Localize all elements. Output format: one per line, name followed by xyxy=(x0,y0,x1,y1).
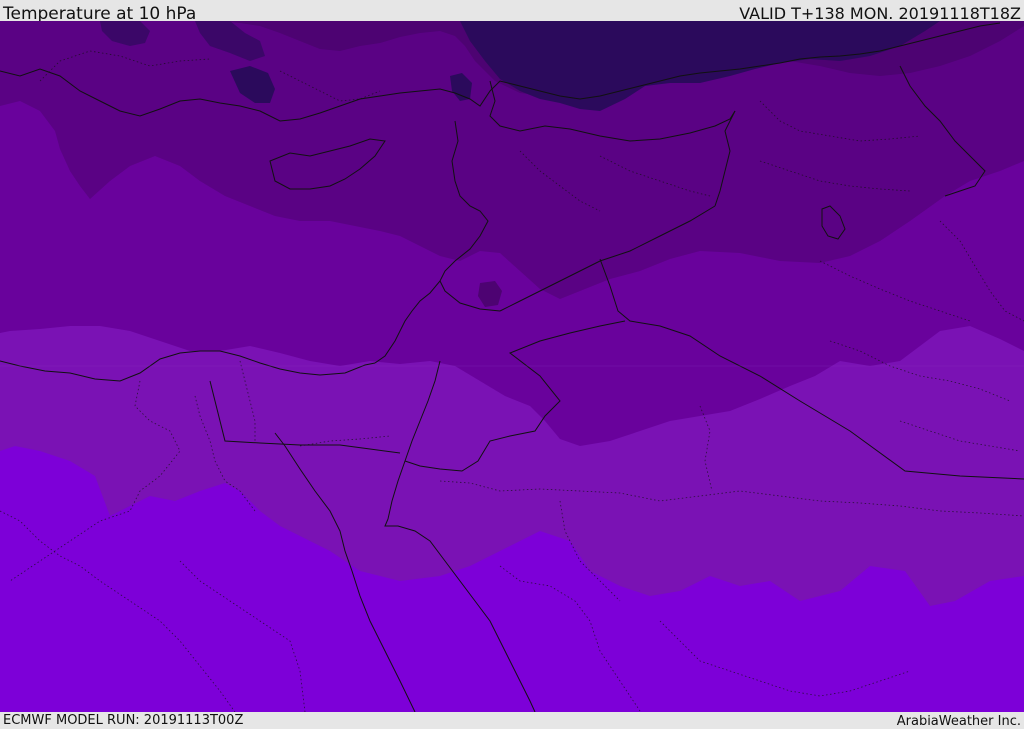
temperature-map xyxy=(0,21,1024,712)
map-header: Temperature at 10 hPa VALID T+138 MON. 2… xyxy=(0,0,1024,24)
map-footer: ECMWF MODEL RUN: 20191113T00Z ArabiaWeat… xyxy=(0,712,1024,729)
model-run-label: ECMWF MODEL RUN: 20191113T00Z xyxy=(3,713,244,728)
map-canvas xyxy=(0,21,1024,712)
credit-label: ArabiaWeather Inc. xyxy=(896,714,1021,729)
